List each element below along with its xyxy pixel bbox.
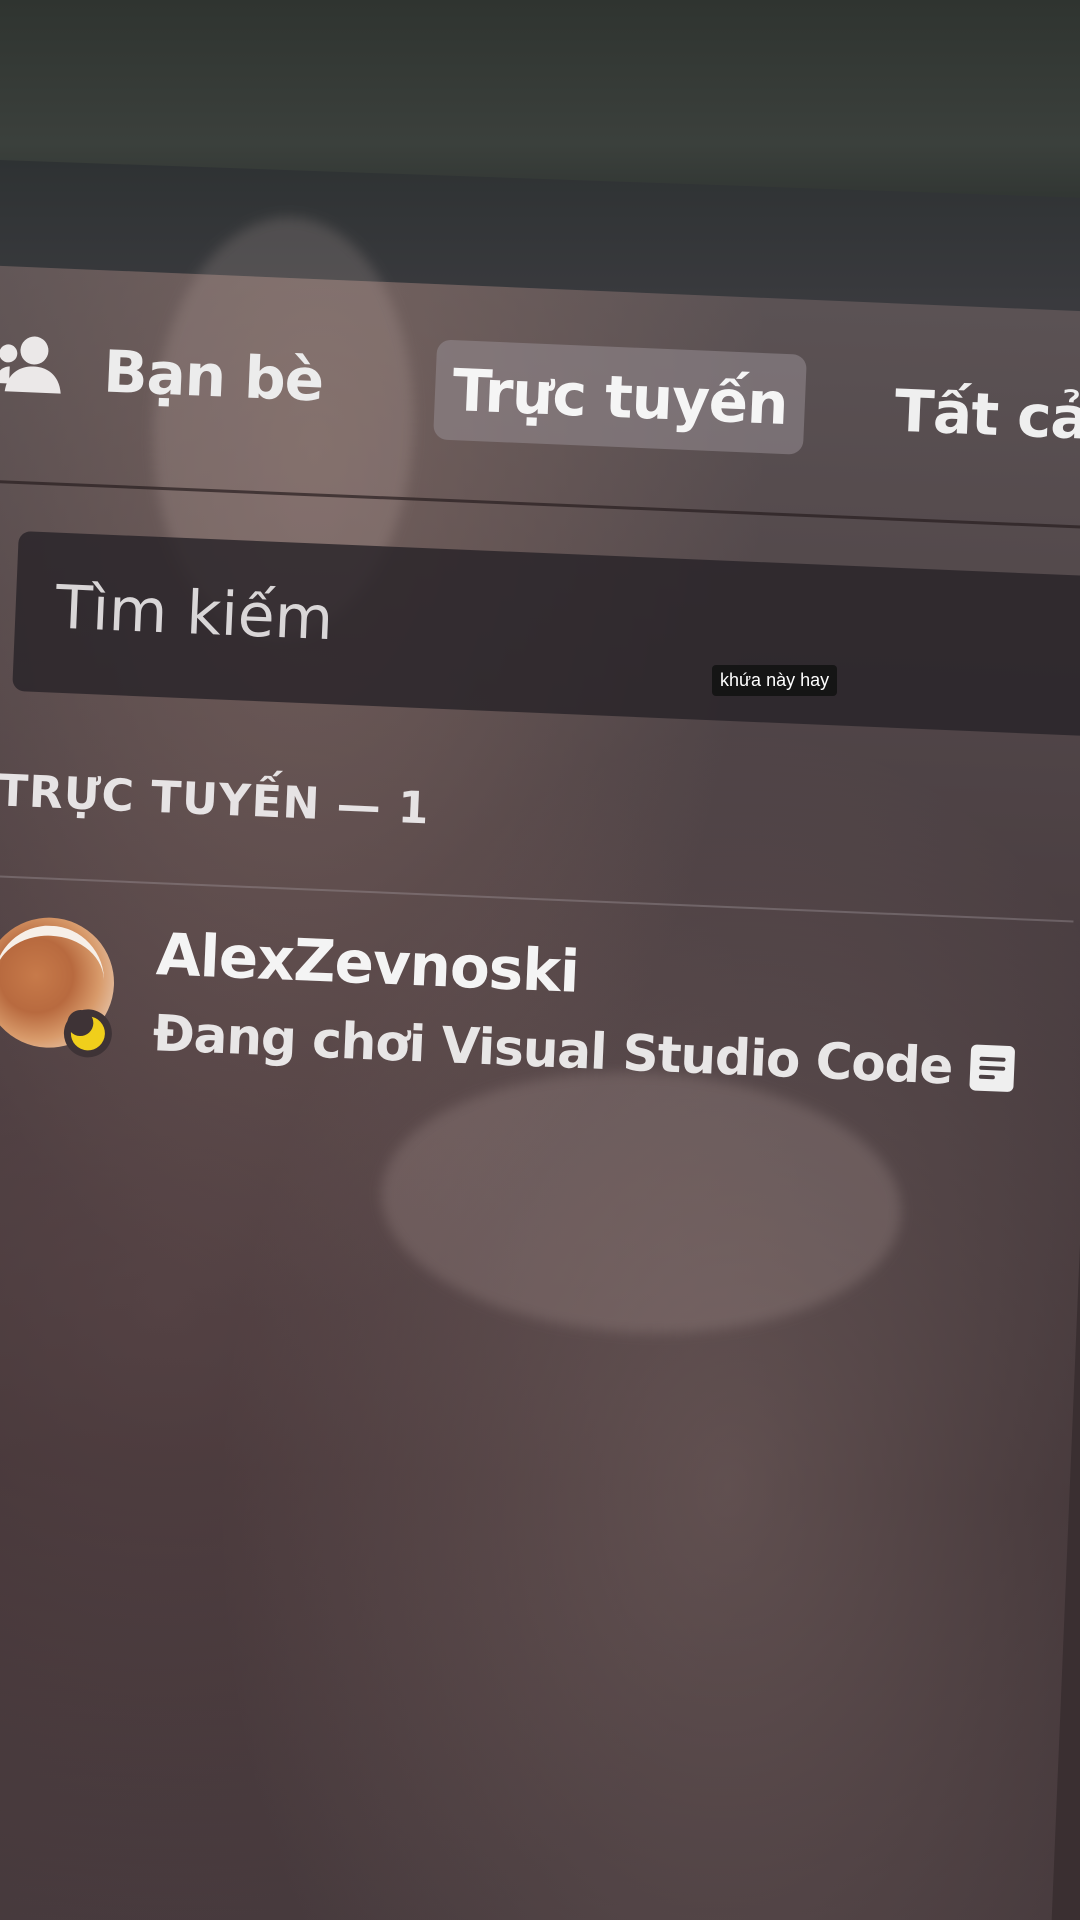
friend-activity: Đang chơi Visual Studio Code xyxy=(152,1004,1016,1098)
search-placeholder: Tìm kiếm xyxy=(54,572,335,655)
tab-all[interactable]: Tất cả xyxy=(893,377,1080,453)
friend-activity-text: Đang chơi Visual Studio Code xyxy=(151,1004,954,1096)
friends-title: Bạn bè xyxy=(102,337,325,415)
friends-icon xyxy=(0,336,61,394)
avatar-detail xyxy=(0,923,107,988)
status-indicator xyxy=(62,1008,113,1059)
friend-name[interactable]: AlexZevnoski xyxy=(155,920,580,1006)
friends-panel: Bạn bè Trực tuyến Tất cả Tìm kiếm TRỰC T… xyxy=(0,211,1080,1910)
moon-icon xyxy=(70,1015,106,1052)
online-section-label: TRỰC TUYẾN — 1 xyxy=(0,765,431,835)
search-input[interactable]: Tìm kiếm xyxy=(12,531,1080,737)
rich-presence-icon[interactable] xyxy=(969,1044,1016,1093)
caption-overlay: khứa này hay xyxy=(712,665,838,696)
tab-online[interactable]: Trực tuyến xyxy=(433,339,807,455)
friend-list-item[interactable]: AlexZevnoski Đang chơi Visual Studio Cod… xyxy=(0,904,1072,1120)
